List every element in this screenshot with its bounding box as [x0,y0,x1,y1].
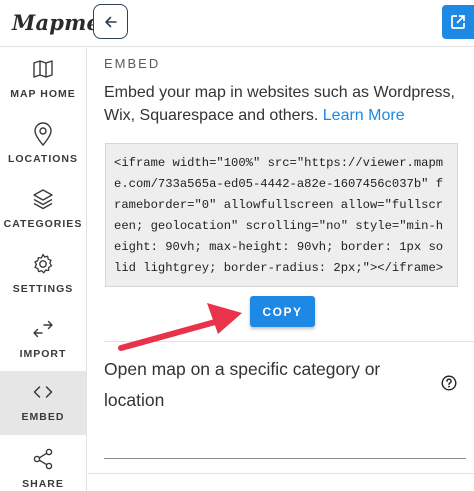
sidebar-item-label: EMBED [21,411,65,423]
share-icon [31,446,55,472]
sidebar: MAP HOME LOCATIONS CATEGORIES SETTINGS I… [0,48,87,491]
sidebar-item-label: MAP HOME [10,88,76,100]
sidebar-item-locations[interactable]: LOCATIONS [0,113,86,177]
sidebar-item-categories[interactable]: CATEGORIES [0,178,86,242]
sidebar-item-label: LOCATIONS [7,153,79,165]
open-in-new-button[interactable] [442,5,474,39]
embed-description: Embed your map in websites such as Wordp… [104,81,464,127]
copy-button[interactable]: COPY [250,296,315,327]
sidebar-item-label: SHARE [22,478,64,490]
app-root: Mapme MAP HOME LOCATIONS CATEGORIES SETT… [0,0,474,491]
app-logo: Mapme [12,10,101,35]
sidebar-item-embed[interactable]: EMBED [0,371,86,435]
sidebar-item-label: IMPORT [19,348,67,360]
learn-more-link[interactable]: Learn More [323,107,405,124]
specific-select-field[interactable] [104,458,466,459]
sidebar-item-import[interactable]: IMPORT [0,308,86,372]
help-icon[interactable] [441,375,457,391]
open-in-new-icon [451,15,465,29]
sidebar-item-settings[interactable]: SETTINGS [0,243,86,307]
back-button[interactable] [93,4,128,39]
divider [88,473,474,474]
swap-arrows-icon [31,316,55,342]
section-title: EMBED [104,56,161,71]
embed-code-box[interactable]: <iframe width="100%" src="https://viewer… [105,143,458,287]
gear-icon [31,251,55,277]
divider [104,341,474,342]
top-bar: Mapme [0,0,474,47]
sidebar-item-share[interactable]: SHARE [0,438,86,491]
location-pin-icon [31,121,55,147]
specific-open-title: Open map on a specific category or locat… [104,359,381,410]
code-icon [31,379,55,405]
embed-panel: EMBED Embed your map in websites such as… [88,48,474,491]
sidebar-item-map-home[interactable]: MAP HOME [0,48,86,112]
layers-icon [31,186,55,212]
map-icon [31,56,55,82]
arrow-left-icon [104,16,117,27]
sidebar-item-label: SETTINGS [12,283,74,295]
sidebar-item-label: CATEGORIES [3,218,83,230]
